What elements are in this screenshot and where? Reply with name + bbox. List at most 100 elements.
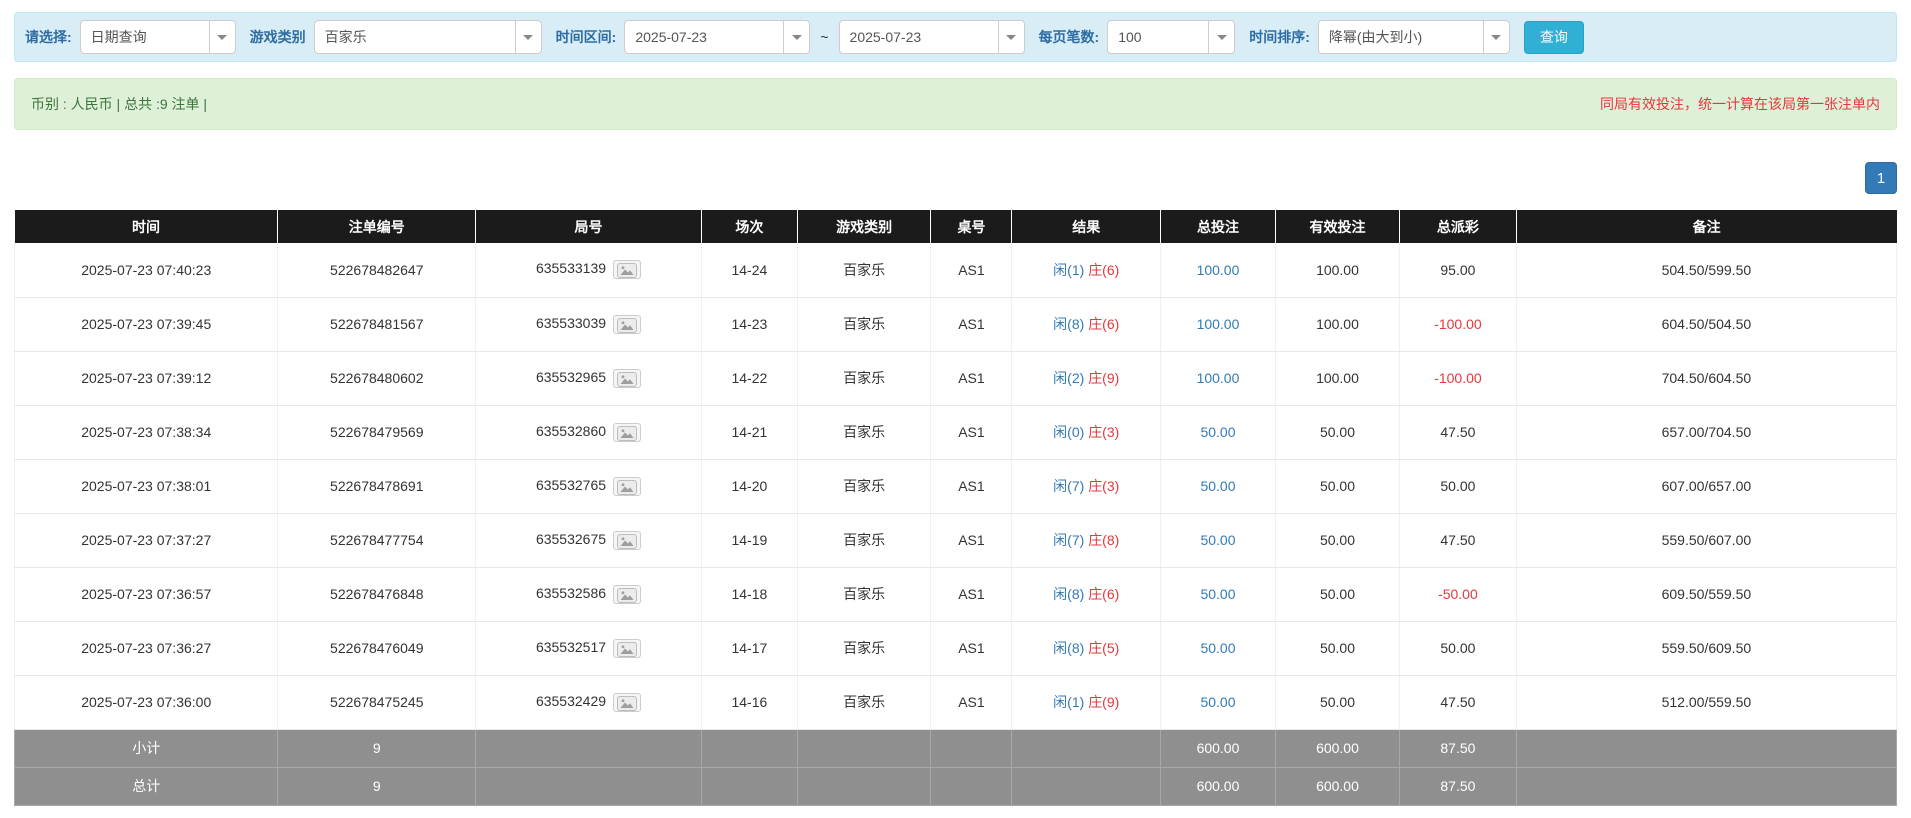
total-bet-cell: 50.00: [1160, 405, 1276, 460]
round-id-cell: 635532765: [475, 459, 702, 514]
player-result: 闲(8): [1053, 586, 1085, 602]
valid-bet-cell: 100.00: [1275, 297, 1401, 352]
session-cell: 14-19: [701, 513, 798, 568]
query-type-select[interactable]: 日期查询: [79, 20, 236, 54]
total-bet-link[interactable]: 100.00: [1197, 370, 1240, 386]
date-from-value: 2025-07-23: [635, 29, 707, 45]
date-range-separator: ~: [820, 29, 829, 45]
bet-time-cell: 2025-07-23 07:36:27: [13, 621, 279, 676]
banker-result: 庄(6): [1088, 586, 1120, 602]
bet-row: 2025-07-23 07:36:57 522678476848 635532586…: [13, 567, 1898, 622]
date-from-select[interactable]: 2025-07-23: [624, 20, 811, 54]
table-no-cell: AS1: [930, 297, 1013, 352]
round-replay-icon[interactable]: [613, 368, 642, 388]
time-sort-select[interactable]: 降幂(由大到小): [1317, 20, 1510, 54]
session-cell: 14-17: [701, 621, 798, 676]
round-replay-icon[interactable]: [613, 638, 642, 658]
round-replay-icon[interactable]: [613, 692, 642, 712]
game-type-cell: 百家乐: [797, 405, 932, 460]
round-id-cell: 635532586: [475, 567, 702, 622]
page-1-button[interactable]: 1: [1865, 162, 1897, 194]
payout-value: 47.50: [1440, 694, 1476, 710]
valid-bet-cell: 50.00: [1275, 405, 1401, 460]
total-count: 9: [277, 766, 477, 806]
player-result: 闲(8): [1053, 316, 1085, 332]
table-no-cell: AS1: [930, 351, 1013, 406]
payout-cell: 95.00: [1399, 243, 1517, 298]
total-bet-link[interactable]: 50.00: [1200, 694, 1235, 710]
round-replay-icon[interactable]: [613, 422, 642, 442]
page-size-select[interactable]: 100: [1107, 20, 1236, 54]
banker-result: 庄(3): [1088, 478, 1120, 494]
round-id-cell: 635532675: [475, 513, 702, 568]
round-id: 635532586: [535, 584, 607, 601]
payout-value: -50.00: [1438, 586, 1478, 602]
currency-total-text: 币别 : 人民币 | 总共 :9 注单 |: [31, 96, 208, 112]
chevron-down-icon: [514, 21, 541, 53]
remark-cell: 559.50/609.50: [1516, 621, 1898, 676]
time-range-label: 时间区间:: [555, 29, 617, 45]
bet-id-cell: 522678480602: [277, 351, 477, 406]
query-type-label: 请选择:: [25, 29, 72, 45]
game-type-value: 百家乐: [324, 29, 367, 45]
result-cell: 闲(1) 庄(9): [1011, 675, 1162, 730]
remark-cell: 704.50/604.50: [1516, 351, 1898, 406]
empty-cell: [475, 766, 702, 806]
bet-time-cell: 2025-07-23 07:39:12: [13, 351, 279, 406]
total-bet-link[interactable]: 100.00: [1197, 316, 1240, 332]
total-bet-link[interactable]: 50.00: [1200, 424, 1235, 440]
total-bet-link[interactable]: 50.00: [1200, 640, 1235, 656]
remark-cell: 604.50/504.50: [1516, 297, 1898, 352]
header-game-type: 游戏类别: [797, 210, 932, 243]
bet-id-cell: 522678477754: [277, 513, 477, 568]
game-type-select[interactable]: 百家乐: [313, 20, 542, 54]
valid-bet-cell: 50.00: [1275, 567, 1401, 622]
bet-time-cell: 2025-07-23 07:36:00: [13, 675, 279, 730]
payout-cell: 50.00: [1399, 621, 1517, 676]
result-cell: 闲(8) 庄(6): [1011, 567, 1162, 622]
result-cell: 闲(7) 庄(8): [1011, 513, 1162, 568]
page-size-label: 每页笔数:: [1038, 29, 1100, 45]
total-bet-link[interactable]: 50.00: [1200, 586, 1235, 602]
round-replay-icon[interactable]: [613, 314, 642, 334]
date-to-select[interactable]: 2025-07-23: [838, 20, 1025, 54]
empty-cell: [1011, 728, 1162, 768]
payout-cell: 47.50: [1399, 405, 1517, 460]
session-cell: 14-22: [701, 351, 798, 406]
banker-result: 庄(6): [1088, 261, 1120, 278]
page-size-value: 100: [1118, 29, 1142, 45]
filter-bar: 请选择: 日期查询 游戏类别 百家乐 时间区间: 2025-07-23 ~ 20…: [14, 12, 1897, 62]
game-type-cell: 百家乐: [797, 513, 932, 568]
total-bet-link[interactable]: 100.00: [1197, 262, 1240, 278]
banker-result: 庄(9): [1088, 370, 1120, 386]
round-replay-icon[interactable]: [613, 476, 642, 496]
header-total-bet: 总投注: [1160, 210, 1276, 243]
player-result: 闲(0): [1053, 424, 1085, 440]
round-id: 635533139: [535, 260, 607, 277]
empty-cell: [930, 766, 1013, 806]
session-cell: 14-20: [701, 459, 798, 514]
total-bet-link[interactable]: 50.00: [1200, 532, 1235, 548]
payout-value: 47.50: [1440, 424, 1476, 440]
total-bet-link[interactable]: 50.00: [1200, 478, 1235, 494]
round-id: 635533039: [535, 314, 607, 331]
player-result: 闲(7): [1053, 478, 1085, 494]
subtotal-label: 小计: [13, 728, 279, 768]
round-id-cell: 635532860: [475, 405, 702, 460]
game-type-cell: 百家乐: [797, 621, 932, 676]
round-replay-icon[interactable]: [613, 584, 642, 604]
subtotal-valid-bet: 600.00: [1274, 728, 1401, 768]
round-replay-icon[interactable]: [613, 530, 642, 550]
table-header: 时间 注单编号 局号 场次 游戏类别 桌号 结果 总投注 有效投注 总派彩 备注: [14, 210, 1897, 243]
date-to-value: 2025-07-23: [849, 29, 922, 45]
bet-row: 2025-07-23 07:36:27 522678476049 635532517…: [13, 621, 1898, 676]
search-button[interactable]: 查询: [1523, 20, 1584, 54]
round-replay-icon[interactable]: [613, 260, 642, 280]
remark-cell: 504.50/599.50: [1516, 243, 1898, 298]
total-bet-cell: 50.00: [1160, 675, 1276, 730]
empty-cell: [700, 766, 798, 806]
bet-id-cell: 522678475245: [277, 675, 477, 730]
session-cell: 14-21: [701, 405, 798, 460]
player-result: 闲(1): [1053, 694, 1085, 710]
result-cell: 闲(1) 庄(6): [1011, 243, 1162, 298]
